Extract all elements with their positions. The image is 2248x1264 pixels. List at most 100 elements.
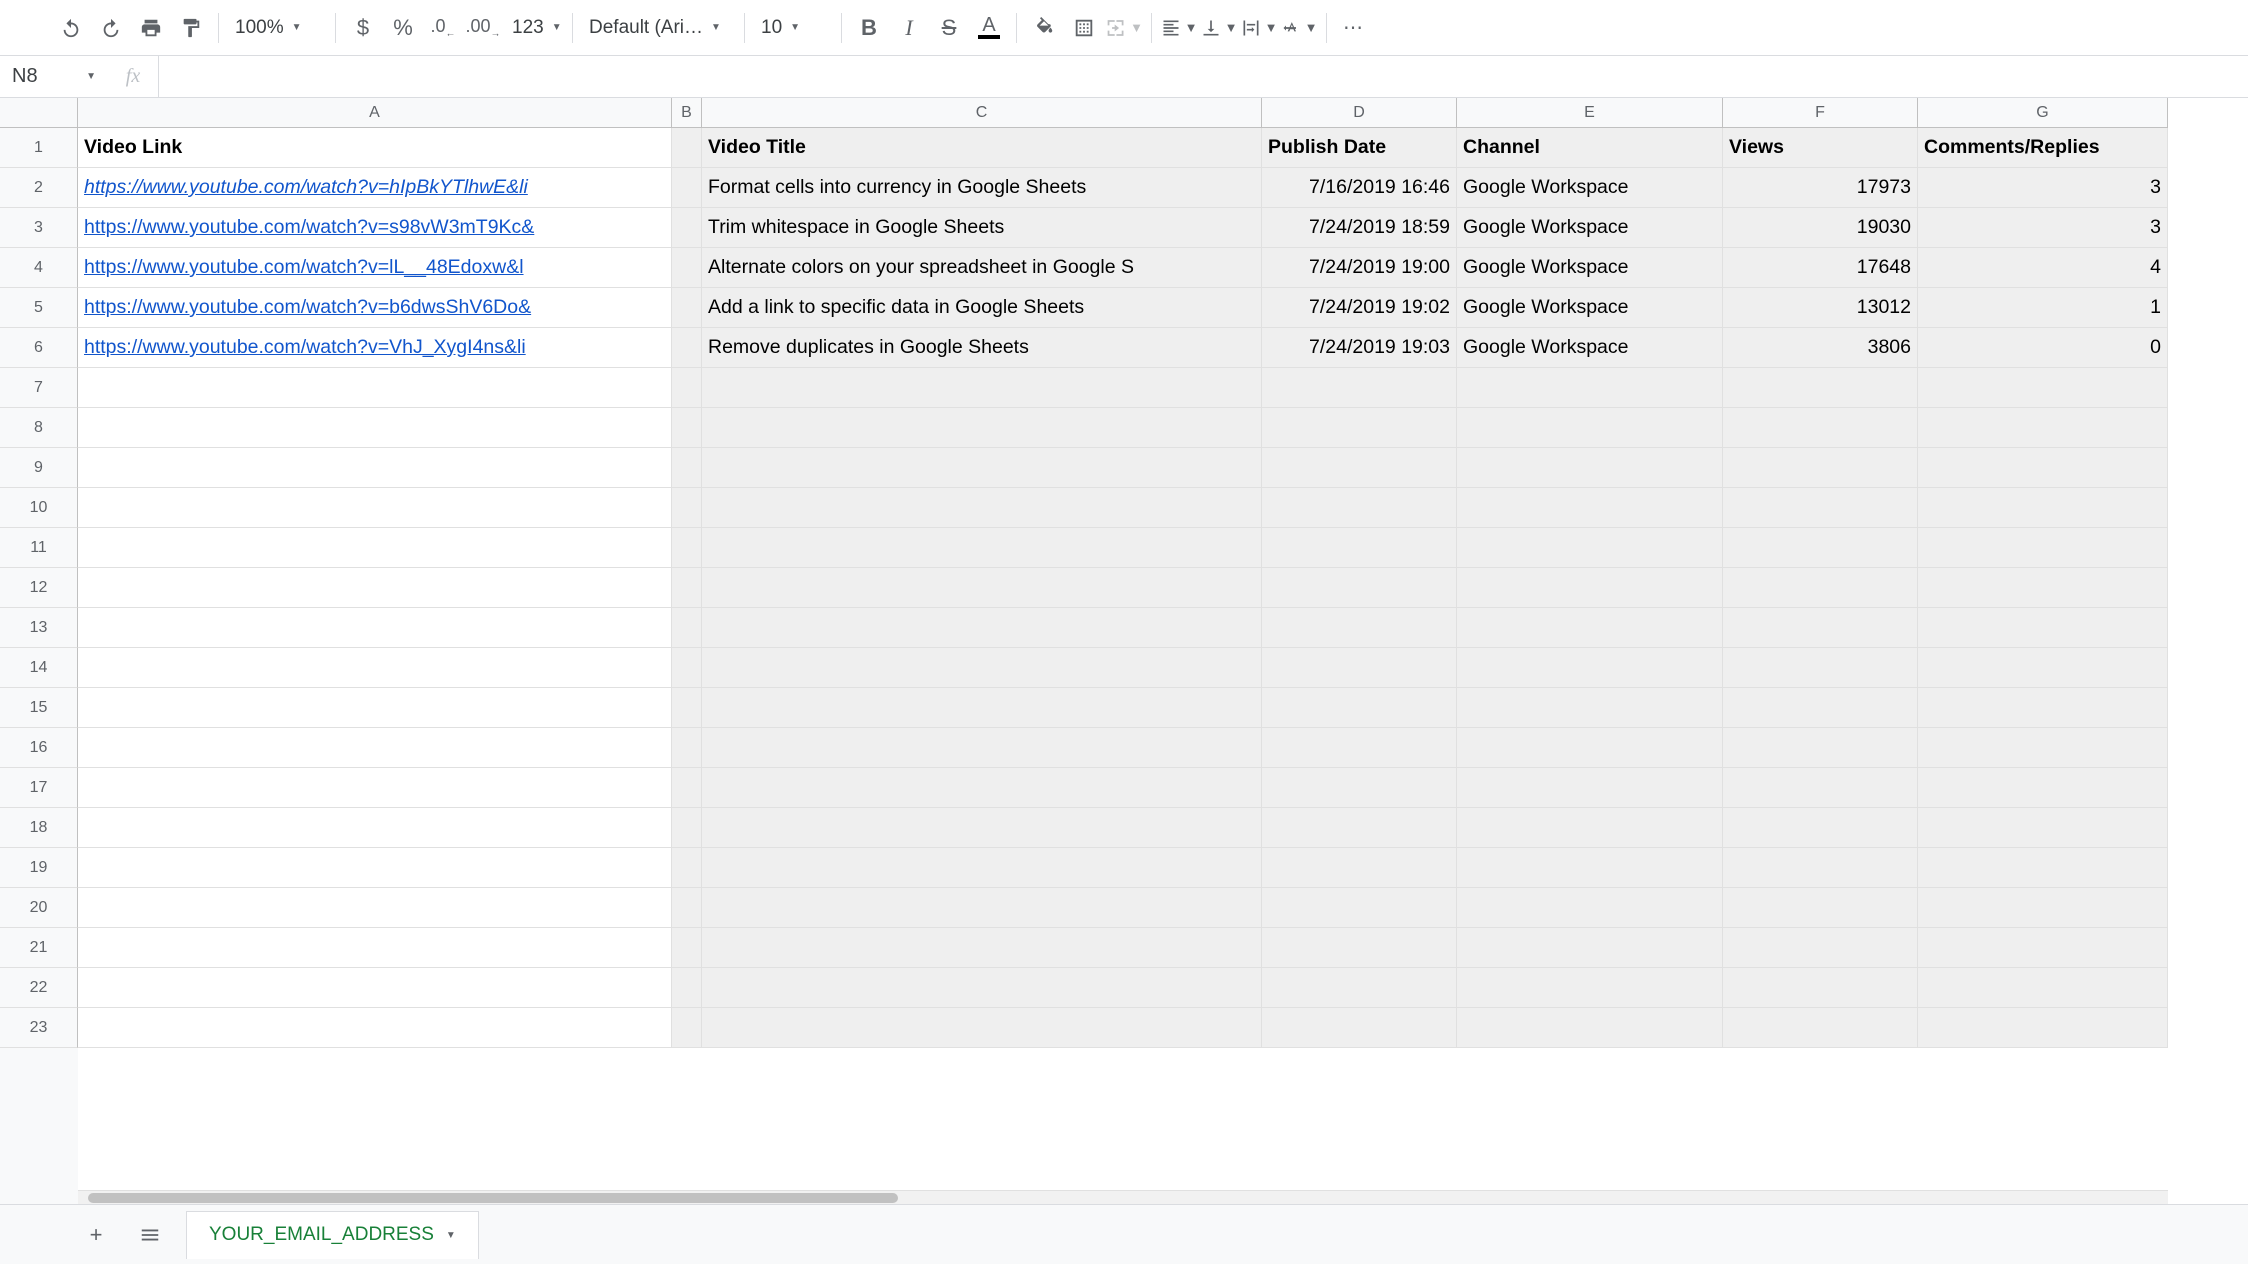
cell[interactable] — [702, 448, 1262, 488]
cell[interactable] — [672, 568, 702, 608]
cell[interactable] — [672, 768, 702, 808]
cell[interactable] — [702, 768, 1262, 808]
cell[interactable] — [78, 568, 672, 608]
cell[interactable] — [1457, 408, 1723, 448]
cell[interactable] — [78, 528, 672, 568]
cell[interactable] — [1457, 848, 1723, 888]
cell[interactable] — [1457, 728, 1723, 768]
col-header-F[interactable]: F — [1723, 98, 1918, 128]
cell[interactable] — [1457, 928, 1723, 968]
font-size-select[interactable]: 10 ▼ — [753, 9, 833, 47]
cell[interactable] — [672, 848, 702, 888]
cell[interactable]: https://www.youtube.com/watch?v=VhJ_XygI… — [78, 328, 672, 368]
undo-button[interactable] — [52, 9, 90, 47]
cell[interactable] — [672, 728, 702, 768]
number-format-select[interactable]: 123 ▼ — [504, 9, 564, 47]
cell[interactable] — [1723, 368, 1918, 408]
cell[interactable] — [1723, 728, 1918, 768]
cell[interactable]: 3 — [1918, 168, 2168, 208]
cell[interactable] — [1262, 608, 1457, 648]
cell[interactable] — [672, 368, 702, 408]
fill-color-button[interactable] — [1025, 9, 1063, 47]
cell[interactable] — [702, 1008, 1262, 1048]
more-button[interactable]: ⋯ — [1335, 9, 1373, 47]
cell[interactable] — [1918, 568, 2168, 608]
cell[interactable] — [1457, 368, 1723, 408]
cell[interactable] — [78, 928, 672, 968]
cell[interactable] — [1918, 608, 2168, 648]
cell[interactable] — [1457, 968, 1723, 1008]
cell[interactable]: https://www.youtube.com/watch?v=lL__48Ed… — [78, 248, 672, 288]
cell[interactable] — [1723, 528, 1918, 568]
cell[interactable] — [672, 648, 702, 688]
select-all-corner[interactable] — [0, 98, 78, 128]
cell[interactable] — [78, 608, 672, 648]
cell[interactable] — [702, 528, 1262, 568]
cell[interactable] — [1723, 688, 1918, 728]
cell[interactable]: Google Workspace — [1457, 168, 1723, 208]
text-rotation-button[interactable]: ▼ — [1280, 9, 1318, 47]
cell[interactable] — [1262, 488, 1457, 528]
cell[interactable] — [1262, 728, 1457, 768]
row-header[interactable]: 3 — [0, 208, 78, 248]
cell[interactable] — [702, 648, 1262, 688]
row-header[interactable]: 22 — [0, 968, 78, 1008]
cell[interactable]: 3 — [1918, 208, 2168, 248]
cell[interactable]: Remove duplicates in Google Sheets — [702, 328, 1262, 368]
spreadsheet-grid[interactable]: A B C D E F G 12345678910111213141516171… — [0, 98, 2248, 1204]
cell[interactable] — [702, 808, 1262, 848]
cell[interactable] — [1918, 448, 2168, 488]
cell[interactable] — [1457, 808, 1723, 848]
cell[interactable] — [1262, 368, 1457, 408]
cell[interactable] — [1457, 488, 1723, 528]
cell[interactable] — [1457, 528, 1723, 568]
cell[interactable] — [1723, 808, 1918, 848]
print-button[interactable] — [132, 9, 170, 47]
row-header[interactable]: 18 — [0, 808, 78, 848]
col-header-D[interactable]: D — [1262, 98, 1457, 128]
cell[interactable] — [1262, 888, 1457, 928]
cell[interactable] — [78, 768, 672, 808]
cell[interactable]: 7/24/2019 18:59 — [1262, 208, 1457, 248]
paint-format-button[interactable] — [172, 9, 210, 47]
cell[interactable]: https://www.youtube.com/watch?v=b6dwsShV… — [78, 288, 672, 328]
col-header-B[interactable]: B — [672, 98, 702, 128]
cell[interactable]: Publish Date — [1262, 128, 1457, 168]
cell[interactable]: 0 — [1918, 328, 2168, 368]
cell[interactable] — [1918, 928, 2168, 968]
row-header[interactable]: 23 — [0, 1008, 78, 1048]
cell[interactable] — [1918, 888, 2168, 928]
cell[interactable] — [702, 728, 1262, 768]
cell[interactable] — [672, 1008, 702, 1048]
cell[interactable] — [702, 928, 1262, 968]
cell[interactable] — [1457, 448, 1723, 488]
cell[interactable] — [672, 528, 702, 568]
cell[interactable] — [702, 608, 1262, 648]
row-header[interactable]: 15 — [0, 688, 78, 728]
all-sheets-button[interactable] — [132, 1217, 168, 1253]
cell[interactable]: https://www.youtube.com/watch?v=hIpBkYTl… — [78, 168, 672, 208]
row-header[interactable]: 12 — [0, 568, 78, 608]
cell[interactable]: 19030 — [1723, 208, 1918, 248]
cell[interactable]: Google Workspace — [1457, 288, 1723, 328]
cell[interactable] — [1262, 1008, 1457, 1048]
cell[interactable] — [672, 888, 702, 928]
cell[interactable] — [1457, 768, 1723, 808]
cell[interactable] — [78, 728, 672, 768]
cell[interactable]: Trim whitespace in Google Sheets — [702, 208, 1262, 248]
cell[interactable] — [1918, 368, 2168, 408]
cell[interactable]: 7/24/2019 19:02 — [1262, 288, 1457, 328]
italic-button[interactable]: I — [890, 9, 928, 47]
cell[interactable] — [1457, 1008, 1723, 1048]
cell[interactable] — [78, 488, 672, 528]
cell[interactable] — [702, 568, 1262, 608]
cell[interactable]: 13012 — [1723, 288, 1918, 328]
cell[interactable] — [672, 408, 702, 448]
borders-button[interactable] — [1065, 9, 1103, 47]
cell[interactable] — [672, 328, 702, 368]
scrollbar-thumb[interactable] — [88, 1193, 898, 1203]
cell[interactable] — [1457, 688, 1723, 728]
cell[interactable] — [1723, 968, 1918, 1008]
cell[interactable]: Google Workspace — [1457, 248, 1723, 288]
row-header[interactable]: 4 — [0, 248, 78, 288]
